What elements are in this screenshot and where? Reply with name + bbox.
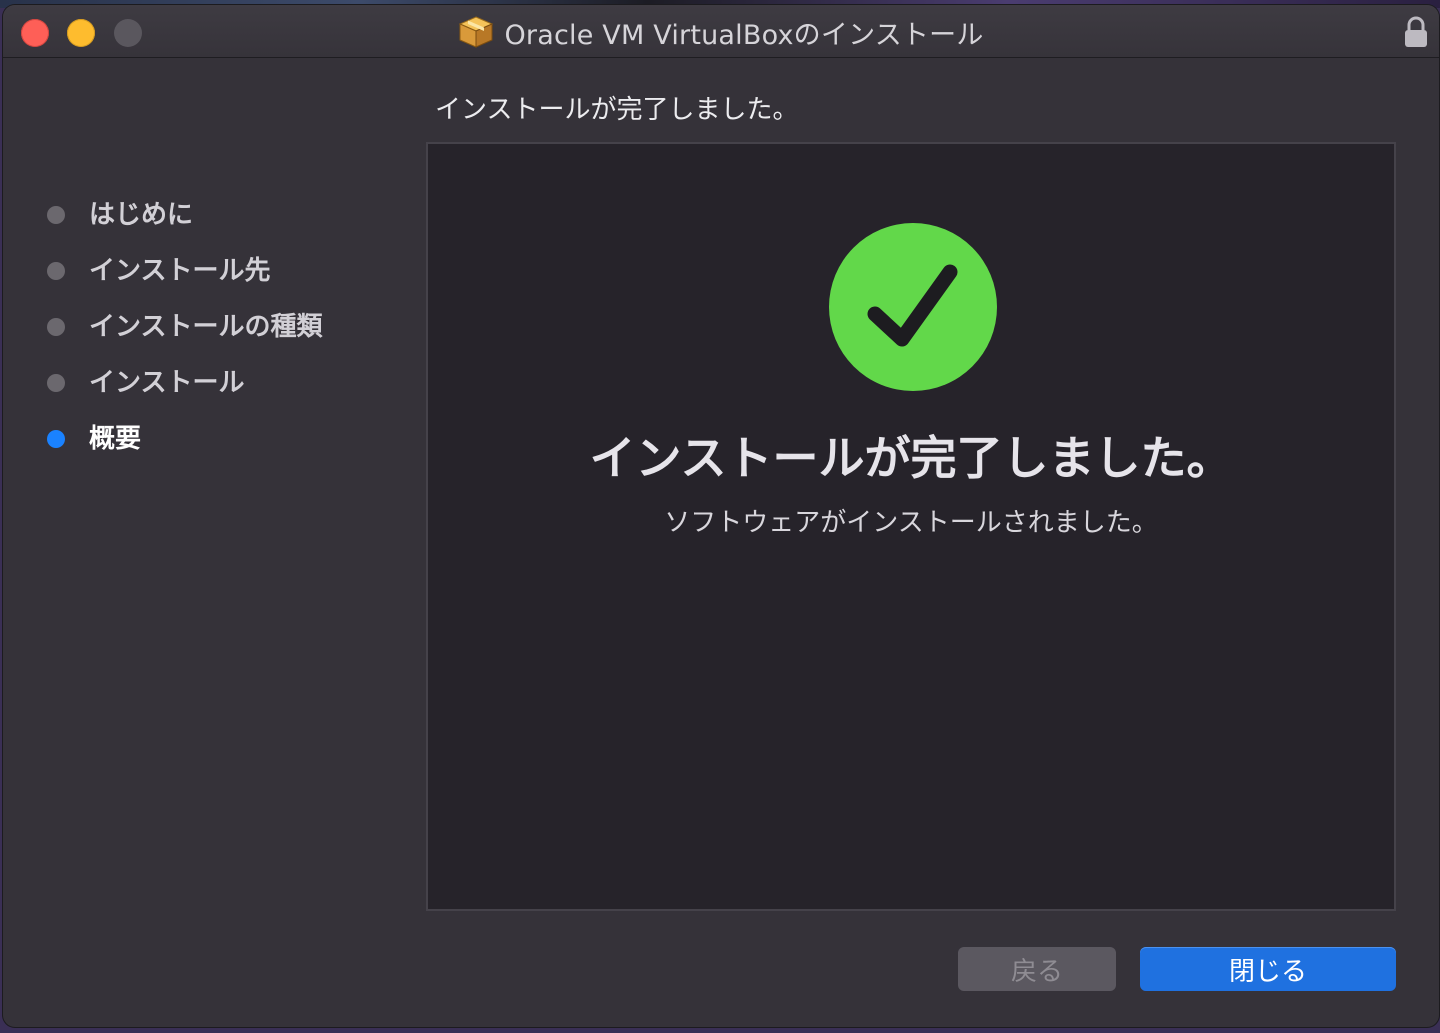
title-bar: Oracle VM VirtualBoxのインストール: [3, 5, 1439, 58]
step-label: はじめに: [89, 199, 194, 230]
summary-panel: インストールが完了しました。 ソフトウェアがインストールされました。: [426, 142, 1396, 911]
step-label: 概要: [89, 423, 142, 454]
step-indicator-dot: [47, 262, 65, 280]
page-heading: インストールが完了しました。: [435, 95, 799, 125]
step-indicator-dot: [47, 374, 65, 392]
step-introduction: はじめに: [47, 192, 193, 232]
steps-sidebar: はじめに インストール先 インストールの種類 インストール 概要: [3, 57, 423, 937]
window-title: Oracle VM VirtualBoxのインストール: [504, 19, 984, 51]
step-label: インストール: [89, 367, 245, 398]
package-icon: [459, 16, 494, 48]
step-label: インストールの種類: [89, 311, 323, 342]
step-indicator-dot-active: [47, 430, 65, 448]
step-label: インストール先: [89, 255, 271, 286]
window-title-group: Oracle VM VirtualBoxのインストール: [3, 15, 1439, 51]
step-installation: インストール: [47, 360, 244, 400]
step-indicator-dot: [47, 318, 65, 336]
installer-window: Oracle VM VirtualBoxのインストール はじめに インストール先…: [3, 5, 1439, 1027]
step-indicator-dot: [47, 206, 65, 224]
step-summary: 概要: [47, 416, 141, 456]
back-button[interactable]: 戻る: [958, 947, 1116, 991]
completion-message: インストールが完了しました。: [589, 431, 1233, 485]
step-install-type: インストールの種類: [47, 304, 322, 344]
close-button[interactable]: 閉じる: [1140, 947, 1396, 991]
step-destination: インストール先: [47, 248, 270, 288]
completion-submessage: ソフトウェアがインストールされました。: [664, 508, 1158, 538]
lock-icon[interactable]: [1403, 15, 1429, 49]
check-circle-icon: [829, 223, 997, 391]
